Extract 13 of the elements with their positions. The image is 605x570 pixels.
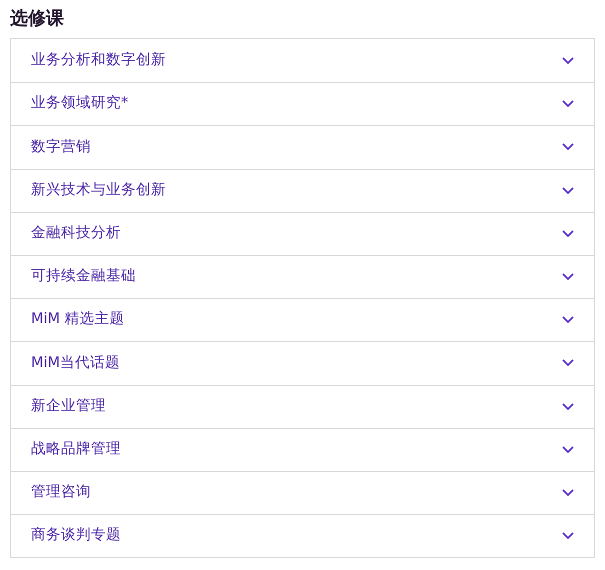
chevron-down-icon	[562, 230, 574, 238]
chevron-down-icon	[562, 359, 574, 368]
chevron-down-icon	[562, 56, 574, 65]
section-title: 选修课	[10, 7, 65, 31]
chevron-down-icon	[562, 100, 574, 108]
chevron-down-icon	[562, 532, 574, 540]
chevron-down-icon	[562, 186, 574, 195]
chevron-down-icon	[562, 446, 574, 454]
chevron-down-icon	[562, 402, 574, 411]
chevron-down-icon	[562, 273, 574, 282]
chevron-down-icon	[562, 488, 574, 497]
chevron-down-icon	[562, 143, 574, 152]
chevron-down-icon	[562, 316, 574, 324]
